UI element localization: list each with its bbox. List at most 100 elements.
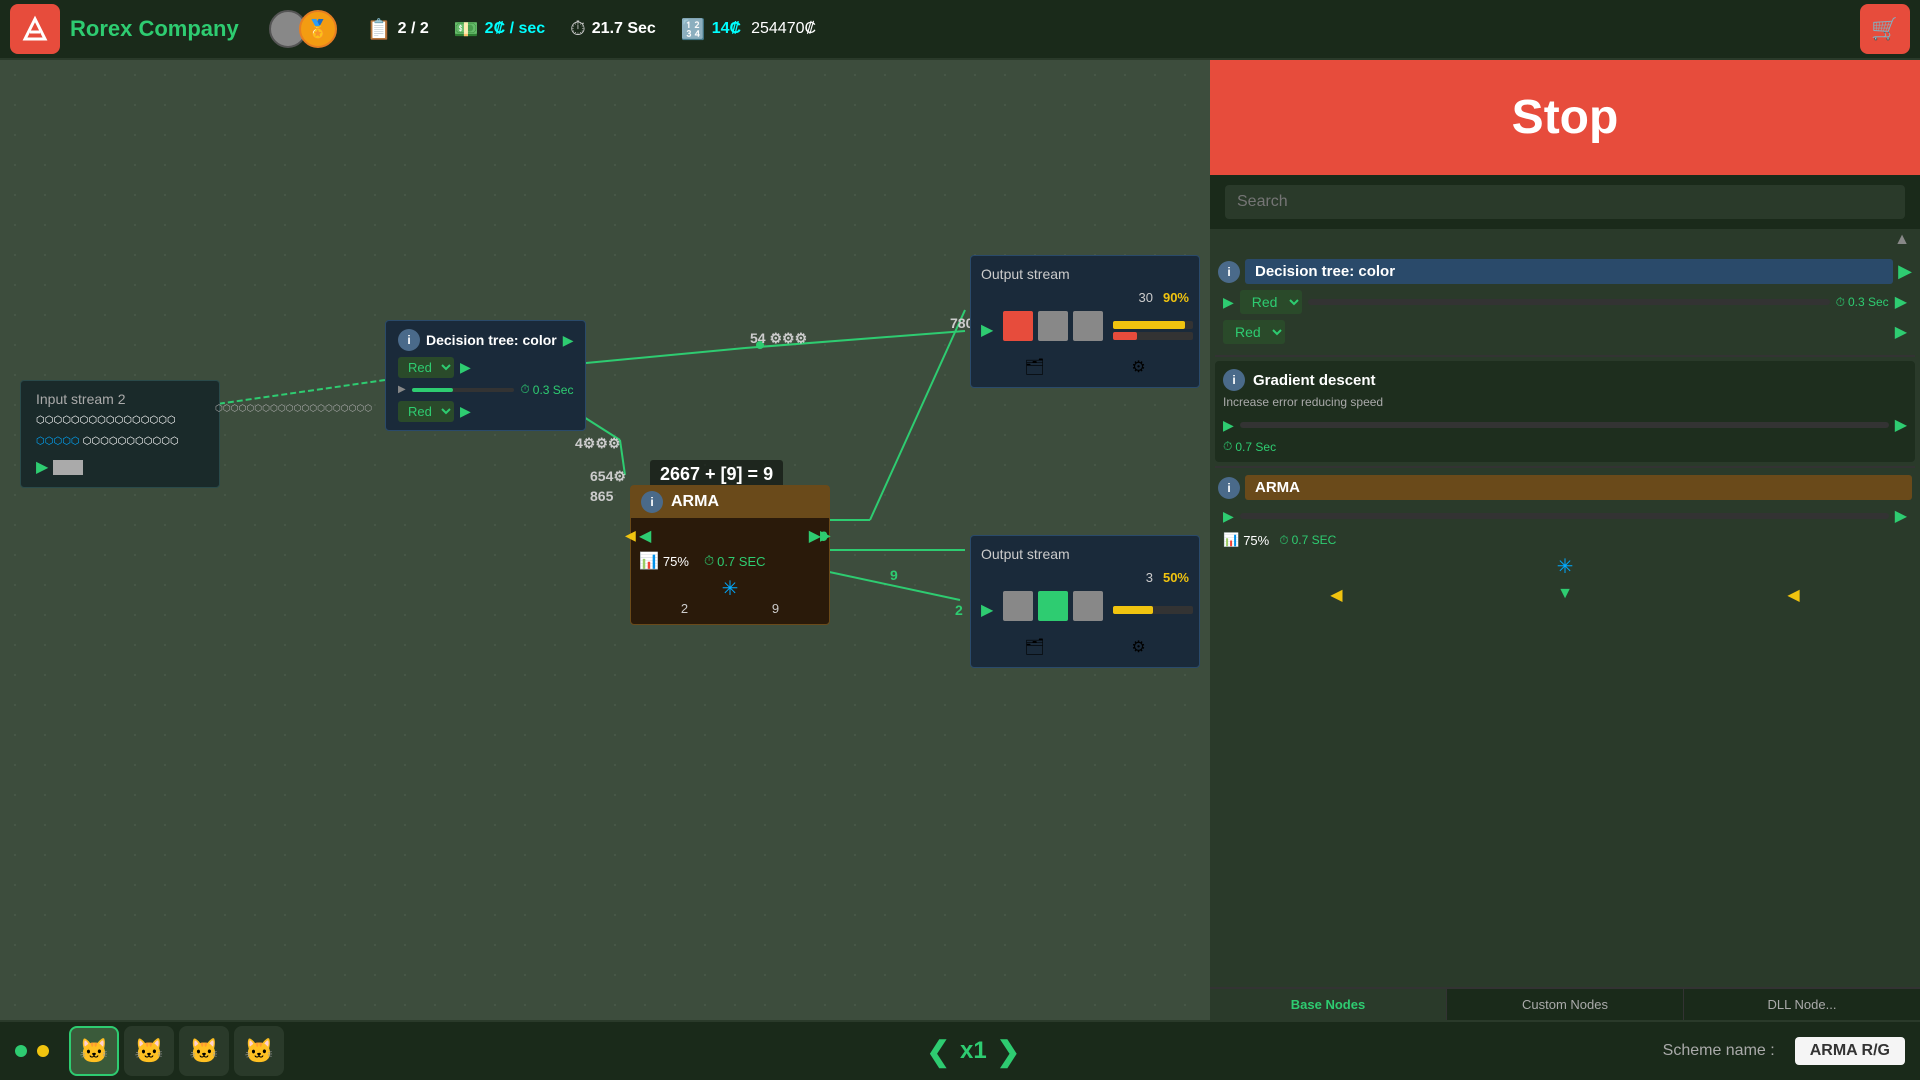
- dot-chain-2: ⬡⬡⬡⬡⬡ ⬡⬡⬡⬡⬡⬡⬡⬡⬡⬡⬡: [36, 436, 204, 447]
- output-9b: 9: [890, 567, 898, 583]
- arma-card-info-btn[interactable]: i: [1218, 477, 1240, 499]
- dt-title: Decision tree: color: [426, 332, 557, 348]
- dt-card-play-btn[interactable]: ▶: [1898, 261, 1912, 282]
- speed-right-arrow[interactable]: ❯: [997, 1035, 1020, 1068]
- arma-bottom-labels: 2 9: [639, 601, 821, 616]
- arma-card-play[interactable]: ▶: [1223, 508, 1234, 525]
- stream-play[interactable]: ▶: [36, 457, 204, 477]
- logo-button[interactable]: [10, 4, 60, 54]
- tab-base-nodes[interactable]: Base Nodes: [1210, 989, 1447, 1020]
- dt-row-2: Red ▶: [398, 401, 573, 422]
- color-sq-gray4: [1073, 591, 1103, 621]
- speed-left-arrow[interactable]: ❮: [927, 1035, 950, 1068]
- arma-body: ◀ ▶ 📊 75% ⏱ 0.7 SEC ✳ 2 9: [631, 518, 829, 624]
- arma-card-speed: ⏱ 0.7 SEC: [1279, 533, 1336, 548]
- gd-description: Increase error reducing speed: [1223, 395, 1907, 409]
- output-bottom-icons[interactable]: 🗂 ⚙: [981, 637, 1189, 657]
- dt-card-arrow2[interactable]: ▶: [1895, 322, 1907, 342]
- arma-right-tri-card[interactable]: ◀: [1787, 585, 1799, 605]
- income-section: 💵 2₡ / sec: [454, 17, 545, 42]
- scheme-name-section: Scheme name : ARMA R/G: [1663, 1037, 1905, 1065]
- dt-dropdown-1[interactable]: Red: [398, 357, 454, 378]
- dt-dropdown-2[interactable]: Red: [398, 401, 454, 422]
- scroll-up[interactable]: ▲: [1210, 229, 1920, 251]
- progress-play: ▶: [398, 384, 406, 395]
- dt-card-dropdown2[interactable]: Red: [1223, 320, 1285, 344]
- canvas-arma-node[interactable]: i ARMA ◀ ▶ 📊 75% ⏱ 0.7 SEC ✳: [630, 485, 830, 625]
- missions-icon: 📋: [367, 17, 392, 42]
- income-value: 2₡ / sec: [485, 20, 545, 38]
- dt-card-info-btn[interactable]: i: [1218, 261, 1240, 283]
- right-panel: Stop ▲ i Decision tree: color ▶ ▶ Red: [1210, 60, 1920, 1020]
- dt-card-arrow[interactable]: ▶: [1895, 292, 1907, 312]
- label-654: 654⚙: [590, 468, 626, 485]
- arma-card-burst: ✳: [1215, 551, 1915, 582]
- output-top-count: 30: [1139, 290, 1153, 305]
- output-bottom-pct: 50%: [1163, 570, 1189, 585]
- gd-play-btn[interactable]: ▶: [1223, 417, 1234, 434]
- layers-icon-2[interactable]: 🗂: [1024, 637, 1044, 657]
- bar-fill-1: [1113, 321, 1185, 329]
- scheme-label: Scheme name :: [1663, 1042, 1775, 1060]
- gear-icon-2[interactable]: ⚙: [1131, 637, 1145, 657]
- canvas-decision-tree-node[interactable]: i Decision tree: color ▶ Red ▶ ▶ ⏱ 0.3 S…: [385, 320, 586, 431]
- gd-right-arrow[interactable]: ▶: [1895, 415, 1907, 435]
- arma-card-stats: ▶ ▶: [1215, 503, 1915, 529]
- label-54: 54 ⚙⚙⚙: [750, 330, 807, 347]
- gd-card-header: i Gradient descent: [1223, 369, 1907, 391]
- tab-dll-nodes[interactable]: DLL Node...: [1684, 989, 1920, 1020]
- dt-row1-play[interactable]: ▶: [460, 359, 471, 376]
- arma-card: i ARMA ▶ ▶ 📊 75% ⏱ 0.7 SEC: [1215, 472, 1915, 608]
- cat-icon-2[interactable]: 🐱: [124, 1026, 174, 1076]
- dt-info-button[interactable]: i: [398, 329, 420, 351]
- tab-dll-label: DLL Node...: [1768, 997, 1837, 1012]
- arma-bars-icon-2: 📊: [1223, 532, 1239, 548]
- arma-info-button[interactable]: i: [641, 491, 663, 513]
- label-2-canvas: 2: [681, 601, 688, 616]
- color-sq-red: [1003, 311, 1033, 341]
- output-stream-bottom: Output stream 3 50% ▶ 🗂 ⚙: [970, 535, 1200, 668]
- arma-card-arrows[interactable]: ◀ ▼ ◀: [1215, 582, 1915, 608]
- output-bottom-stats: 3 50%: [981, 570, 1189, 585]
- cart-button[interactable]: 🛒: [1860, 4, 1910, 54]
- missions-value: 2 / 2: [398, 20, 429, 38]
- cat-icon-4[interactable]: 🐱: [234, 1026, 284, 1076]
- income-icon: 💵: [454, 17, 479, 42]
- dt-card-play2[interactable]: ▶: [1223, 294, 1234, 311]
- layers-icon[interactable]: 🗂: [1024, 357, 1044, 377]
- arma-card-arrow[interactable]: ▶: [1895, 506, 1907, 526]
- output-top-label: Output stream: [981, 266, 1189, 282]
- arma-burst: ✳: [639, 576, 821, 601]
- gd-bar-row: ▶ ▶: [1223, 415, 1907, 435]
- arma-card-pct: 📊 75%: [1223, 532, 1269, 548]
- speed-icon: ⏱: [704, 553, 714, 569]
- dt-card-bar1: [1308, 299, 1830, 305]
- gd-info-btn[interactable]: i: [1223, 369, 1245, 391]
- output-top-icons[interactable]: 🗂 ⚙: [981, 357, 1189, 377]
- arma-left-tri-card[interactable]: ◀: [1330, 585, 1342, 605]
- output-bottom-play[interactable]: ▶: [981, 600, 993, 620]
- dt-row2-play[interactable]: ▶: [460, 403, 471, 420]
- arma-card-metrics: 📊 75% ⏱ 0.7 SEC: [1215, 529, 1915, 551]
- search-input[interactable]: [1225, 185, 1905, 219]
- cat-icon-1[interactable]: 🐱: [69, 1026, 119, 1076]
- arma-speed-val: 0.7 SEC: [717, 554, 765, 569]
- arma-left-arrow[interactable]: ◀: [639, 526, 651, 546]
- dt-card-dropdown1[interactable]: Red: [1240, 290, 1302, 314]
- dt-play-button[interactable]: ▶: [563, 332, 574, 349]
- arma-pct-val: 75%: [1243, 533, 1269, 548]
- currency-small: 14₡: [712, 20, 741, 38]
- company-name: Rorex Company: [70, 16, 239, 42]
- dot-trail-1: ⬡⬡⬡⬡⬡⬡⬡⬡⬡⬡⬡⬡⬡⬡⬡⬡⬡⬡⬡⬡: [215, 398, 372, 416]
- arma-speed: ⏱ 0.7 SEC: [704, 553, 766, 569]
- right-scroll-area[interactable]: i Decision tree: color ▶ ▶ Red ⏱ 0.3 Sec…: [1210, 251, 1920, 987]
- gear-icon[interactable]: ⚙: [1131, 357, 1145, 377]
- green-dot: [15, 1045, 27, 1057]
- tab-base-label: Base Nodes: [1291, 997, 1365, 1012]
- canvas-area[interactable]: Input stream 2 ⬡⬡⬡⬡⬡⬡⬡⬡⬡⬡⬡⬡⬡⬡⬡⬡ ⬡⬡⬡⬡⬡ ⬡⬡…: [0, 60, 1210, 1020]
- output-play-btn[interactable]: ▶: [981, 320, 993, 340]
- stop-button[interactable]: Stop: [1210, 60, 1920, 175]
- tab-custom-nodes[interactable]: Custom Nodes: [1447, 989, 1684, 1020]
- cat-icon-3[interactable]: 🐱: [179, 1026, 229, 1076]
- arma-burst-icon: ✳: [1557, 556, 1574, 578]
